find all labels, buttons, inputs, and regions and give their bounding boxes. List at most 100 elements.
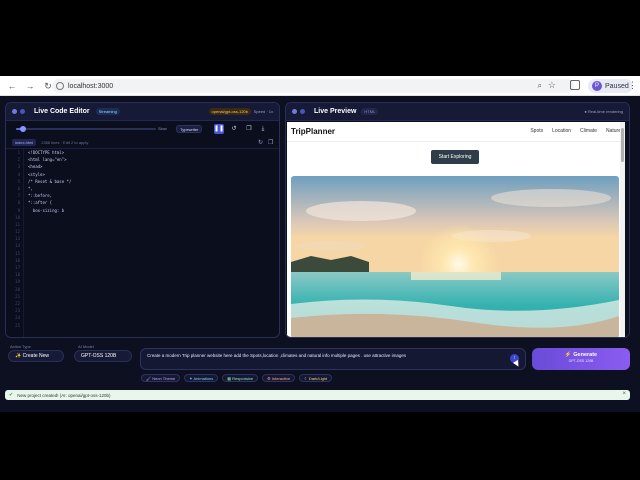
prompt-input[interactable]: Create a modern Trip planner website her…	[140, 348, 526, 370]
site-info-icon[interactable]	[56, 82, 64, 90]
window-dot-icon	[292, 109, 297, 114]
extensions-icon[interactable]	[570, 80, 580, 90]
feature-chip[interactable]: ⚙ Interactive	[262, 374, 296, 382]
window-dot-icon	[20, 109, 25, 114]
app-area: Live Code Editor Streaming openai/gpt-os…	[0, 96, 640, 412]
action-type-label: Action Type	[10, 344, 31, 349]
nav-link-nature[interactable]: Nature	[606, 128, 621, 134]
zoom-icon[interactable]: ⌕	[538, 81, 542, 91]
line-number: 6	[17, 185, 20, 191]
checkmark-icon: ✔	[9, 392, 14, 398]
line-number: 4	[17, 171, 20, 177]
line-number: 19	[15, 279, 20, 285]
nav-link-spots[interactable]: Spots	[530, 128, 543, 134]
success-toast: ✔ New project created! (AI: openai/gpt-o…	[5, 390, 630, 400]
reset-icon[interactable]: ↺	[229, 124, 239, 134]
refresh-icon[interactable]: ↻	[258, 139, 263, 146]
line-number: 14	[15, 243, 20, 249]
start-exploring-button[interactable]: Start Exploring	[431, 150, 479, 164]
back-icon[interactable]: ←	[6, 80, 18, 92]
line-number: 13	[15, 236, 20, 242]
copy-icon[interactable]: ❐	[244, 124, 254, 134]
file-info: 2356 lines · Edit 2 to apply	[41, 140, 89, 145]
pause-button[interactable]: ❚❚	[214, 124, 224, 134]
generate-label: ⚡ Generate	[564, 352, 598, 358]
playback-controls: Slow Typewriter ❚❚ ↺ ❐ ⤓	[6, 122, 279, 136]
editor-header: Live Code Editor Streaming openai/gpt-os…	[6, 103, 279, 121]
preview-title: Live Preview	[314, 108, 357, 115]
line-number: 1	[17, 150, 20, 155]
window-dot-icon	[12, 109, 17, 114]
line-number: 16	[15, 257, 20, 263]
code-line: <style>	[28, 171, 45, 177]
streaming-badge: Streaming	[95, 108, 120, 115]
line-number: 9	[17, 207, 20, 213]
bookmark-star-icon[interactable]: ☆	[548, 80, 556, 91]
code-line: *,	[28, 185, 33, 191]
feature-chips: 🖌 Neon Theme ✦ Animations ▦ Responsive ⚙ In…	[141, 374, 336, 382]
profile-button[interactable]: P Paused	[588, 79, 633, 93]
line-number: 21	[15, 293, 20, 299]
preview-scrollbar[interactable]	[620, 122, 625, 337]
beach-sunset-image	[291, 176, 619, 337]
nav-link-climate[interactable]: Climate	[580, 128, 597, 134]
feature-chip[interactable]: ✦ Animations	[184, 374, 219, 382]
profile-name: Paused	[605, 82, 629, 90]
copy-code-icon[interactable]: ❐	[268, 139, 273, 146]
line-number: 12	[15, 229, 20, 235]
line-number: 3	[17, 164, 20, 170]
progress-slider[interactable]	[16, 126, 156, 132]
feature-chip[interactable]: ☾ Dark/Light	[299, 374, 333, 382]
browser-toolbar: ← → ↻ localhost:3000 ⌕ ☆ P Paused ⋮	[0, 76, 640, 96]
code-area[interactable]: 1 2 3 4 5 6 7 8 9 10 11 12 13 14 15 16 17 18 19 20 21 22 23 24 2…	[6, 149, 279, 337]
feature-chip[interactable]: 🖌 Neon Theme	[141, 374, 181, 382]
download-icon[interactable]: ⤓	[258, 124, 268, 134]
preview-scroll-thumb[interactable]	[621, 128, 624, 162]
hero-beach-image	[291, 176, 619, 337]
site-brand[interactable]: TripPlanner	[291, 127, 335, 136]
feature-chip[interactable]: ▦ Responsive	[222, 374, 259, 382]
screen: ← → ↻ localhost:3000 ⌕ ☆ P Paused ⋮ Live…	[0, 0, 640, 480]
url-text: localhost:3000	[68, 82, 114, 90]
avatar: P	[592, 81, 602, 91]
file-badge[interactable]: index.html	[12, 139, 37, 146]
toast-message: New project created! (AI: openai/gpt-oss…	[17, 392, 111, 398]
model-select[interactable]: GPT-OSS 120B	[74, 350, 132, 362]
preview-site: TripPlanner Spots Location Climate Natur…	[287, 122, 625, 337]
generate-model-label: GPT-OSS 120B	[568, 359, 594, 363]
preview-tag: HTML	[361, 108, 379, 115]
line-number: 24	[15, 315, 20, 321]
line-number: 7	[17, 193, 20, 199]
prompt-bar: Action Type ✨ Create New AI Model GPT-OS…	[0, 344, 640, 386]
generate-button[interactable]: ⚡ Generate GPT-OSS 120B	[532, 348, 630, 370]
nav-link-location[interactable]: Location	[552, 128, 571, 134]
editor-title: Live Code Editor	[34, 108, 90, 115]
close-icon[interactable]: ×	[622, 391, 626, 397]
speed-select[interactable]: Typewriter	[176, 125, 203, 133]
window-dot-icon	[300, 109, 305, 114]
address-bar[interactable]: localhost:3000 ⌕ ☆	[52, 79, 574, 93]
line-number: 8	[17, 200, 20, 206]
code-line: <head>	[28, 164, 43, 170]
code-line: box-sizing: b	[28, 207, 65, 213]
progress-knob[interactable]	[20, 126, 26, 132]
line-number: 5	[17, 178, 20, 184]
create-new-button[interactable]: ✨ Create New	[8, 350, 64, 362]
speed-label: Speed · 1x	[253, 109, 273, 114]
line-number: 11	[15, 221, 20, 227]
forward-icon[interactable]: →	[24, 80, 36, 92]
code-line: /* Reset & base */	[28, 178, 72, 184]
line-number: 23	[15, 308, 20, 314]
line-number: 25	[15, 322, 20, 328]
browser-menu-icon[interactable]: ⋮	[628, 80, 637, 91]
